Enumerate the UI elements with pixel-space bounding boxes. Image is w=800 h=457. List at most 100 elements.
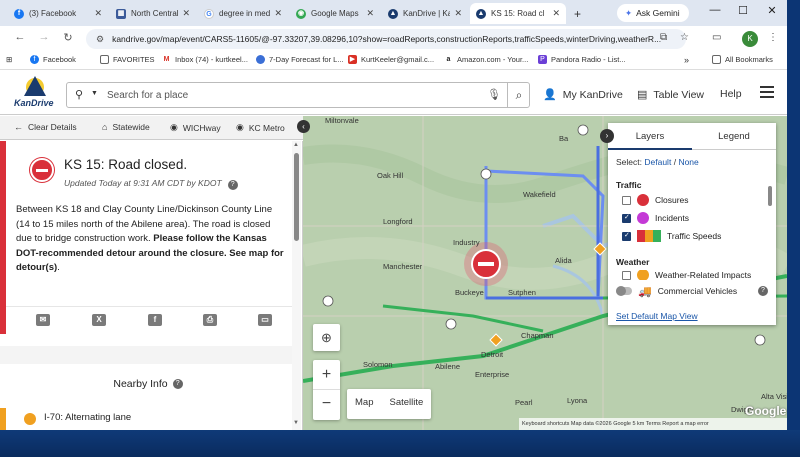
my-location-button[interactable]: ⊕ xyxy=(313,324,340,351)
collapse-panel-icon[interactable]: ‹ xyxy=(297,120,310,133)
kandrive-logo[interactable]: KanDrive xyxy=(14,76,54,112)
statewide-button[interactable]: ⌂ Statewide xyxy=(102,122,150,132)
bookmark-facebook[interactable]: f Facebook xyxy=(30,55,76,64)
tab-legend[interactable]: Legend xyxy=(692,123,776,150)
map-type-map[interactable]: Map xyxy=(347,389,381,419)
bookmark-amazon[interactable]: a Amazon.com - Your... xyxy=(444,55,529,64)
scroll-thumb[interactable] xyxy=(768,186,772,206)
bookmarks-bar: ⊞ f Facebook FAVORITES M Inbox (74) - kurt… xyxy=(0,52,787,70)
location-pin-icon[interactable]: ⚲ xyxy=(75,88,83,101)
scroll-thumb[interactable] xyxy=(294,153,299,241)
tab-facebook[interactable]: f (3) Facebook ✕ xyxy=(8,3,108,24)
bookmark-favorites[interactable]: FAVORITES xyxy=(100,55,155,64)
facebook-share-icon[interactable]: f xyxy=(148,314,162,326)
bookmarks-overflow[interactable]: » xyxy=(684,55,689,65)
close-icon[interactable]: ✕ xyxy=(94,8,102,19)
close-icon[interactable]: ✕ xyxy=(454,8,462,19)
layer-incidents[interactable]: Incidents xyxy=(622,212,689,224)
select-default-link[interactable]: Default xyxy=(644,157,671,167)
all-bookmarks[interactable]: All Bookmarks xyxy=(712,55,773,64)
address-bar[interactable]: ⚙ kandrive.gov/map/event/CARS5-11605/@-9… xyxy=(86,29,686,49)
map-label-town: Lyona xyxy=(567,396,588,405)
event-description: Between KS 18 and Clay County Line/Dicki… xyxy=(16,203,286,276)
closures-checkbox[interactable] xyxy=(622,195,631,205)
apps-grid-icon[interactable]: ⊞ xyxy=(6,55,12,64)
zoom-out-button[interactable]: − xyxy=(313,390,340,420)
close-icon[interactable]: ✕ xyxy=(366,8,374,19)
help-link[interactable]: Help xyxy=(720,88,742,100)
map-label-town: Wakefield xyxy=(523,190,556,199)
collapse-layers-icon[interactable]: › xyxy=(600,129,614,143)
layers-scrollbar[interactable] xyxy=(767,180,773,280)
clear-details-button[interactable]: ← Clear Details xyxy=(14,122,77,132)
zoom-in-button[interactable]: + xyxy=(313,360,340,390)
traffic-heading: Traffic xyxy=(616,180,642,190)
close-icon[interactable]: ✕ xyxy=(182,8,190,19)
tab-kandrive[interactable]: ▲ KanDrive | Kan ✕ xyxy=(382,3,468,24)
forward-arrow-icon[interactable]: → xyxy=(36,31,52,43)
tab-search-icon[interactable]: ▭ xyxy=(712,32,721,43)
help-icon[interactable]: ? xyxy=(758,286,768,296)
weather-impacts-label: Weather-Related Impacts xyxy=(655,270,752,280)
map-type-satellite[interactable]: Satellite xyxy=(381,389,431,419)
chevron-down-icon[interactable]: ▼ xyxy=(91,90,98,97)
print-icon[interactable]: ⎙ xyxy=(203,314,217,326)
closure-icon xyxy=(637,194,649,206)
help-icon[interactable]: ? xyxy=(172,379,183,389)
kc-metro-button[interactable]: ◉ KC Metro xyxy=(236,122,285,133)
layer-closures[interactable]: Closures xyxy=(622,194,689,206)
table-view-link[interactable]: ▤ Table View xyxy=(637,88,704,102)
close-icon[interactable]: ✕ xyxy=(274,8,282,19)
commercial-vehicles-toggle[interactable] xyxy=(616,286,632,296)
maximize-icon[interactable]: ☐ xyxy=(728,4,758,17)
ask-gemini-button[interactable]: ✦ Ask Gemini xyxy=(617,4,689,22)
profile-avatar[interactable]: K xyxy=(742,31,758,47)
install-app-icon[interactable]: ⧉ xyxy=(660,32,667,43)
scroll-up-icon[interactable]: ▲ xyxy=(293,142,299,148)
set-default-map-view-link[interactable]: Set Default Map View xyxy=(616,311,698,321)
tab-google-search[interactable]: G degree in med ✕ xyxy=(198,3,288,24)
close-icon[interactable]: ✕ xyxy=(552,8,560,19)
wichway-button[interactable]: ◉ WICHway xyxy=(170,122,221,133)
traffic-speeds-checkbox[interactable] xyxy=(622,231,631,241)
bookmark-pandora[interactable]: P Pandora Radio - List... xyxy=(538,55,626,64)
hamburger-menu-icon[interactable] xyxy=(760,86,774,101)
map-attribution[interactable]: Keyboard shortcuts Map data ©2026 Google… xyxy=(519,418,787,430)
search-input[interactable]: Search for a place xyxy=(107,90,188,101)
bookmark-forecast[interactable]: 7-Day Forecast for L... xyxy=(256,55,344,64)
comment-icon[interactable]: ▭ xyxy=(258,314,272,326)
search-button[interactable]: ⌕ xyxy=(507,83,530,107)
weather-impacts-checkbox[interactable] xyxy=(622,270,631,280)
layer-weather-impacts[interactable]: Weather-Related Impacts xyxy=(622,270,751,280)
scroll-down-icon[interactable]: ▼ xyxy=(293,420,299,426)
x-twitter-icon[interactable]: X xyxy=(92,314,106,326)
window-close-icon[interactable]: ✕ xyxy=(757,4,787,17)
tab-ks15-active[interactable]: ▲ KS 15: Road cl ✕ xyxy=(470,3,566,24)
tab-layers[interactable]: Layers xyxy=(608,123,692,150)
tab-google-maps[interactable]: ◉ Google Maps ✕ xyxy=(290,3,380,24)
help-icon[interactable]: ? xyxy=(227,180,238,190)
nearby-item[interactable]: I-70: Alternating lane xyxy=(0,408,296,430)
bookmark-gmail-inbox[interactable]: M Inbox (74) - kurtkeel... xyxy=(162,55,248,64)
back-arrow-icon[interactable]: ← xyxy=(12,31,28,43)
site-info-icon[interactable]: ⚙ xyxy=(96,34,104,45)
tab-label: Google Maps xyxy=(311,9,359,18)
compass-icon: ◉ xyxy=(170,122,178,132)
email-icon[interactable]: ✉ xyxy=(36,314,50,326)
bookmark-star-icon[interactable]: ☆ xyxy=(680,32,689,43)
microphone-icon[interactable]: 🎙 xyxy=(487,88,501,101)
layers-panel: Layers Legend › Select: Default / None T… xyxy=(600,123,776,325)
reload-icon[interactable]: ↻ xyxy=(60,31,76,44)
panel-scrollbar[interactable]: ▲ ▼ xyxy=(292,141,301,430)
bookmark-youtube[interactable]: ▶ KurtKeeler@gmail.c... xyxy=(348,55,434,64)
map-label-town: Manchester xyxy=(383,262,423,271)
tab-north-central[interactable]: ▦ North Central ✕ xyxy=(110,3,196,24)
incidents-checkbox[interactable] xyxy=(622,213,631,223)
my-kandrive-link[interactable]: 👤 My KanDrive xyxy=(543,88,623,102)
select-none-link[interactable]: None xyxy=(678,157,698,167)
layer-traffic-speeds[interactable]: Traffic Speeds xyxy=(622,230,721,242)
minimize-icon[interactable]: — xyxy=(700,4,730,16)
new-tab-button[interactable]: + xyxy=(568,3,588,24)
menu-dots-icon[interactable]: ⋮ xyxy=(768,32,778,43)
map-label-town: Alida xyxy=(555,256,572,265)
